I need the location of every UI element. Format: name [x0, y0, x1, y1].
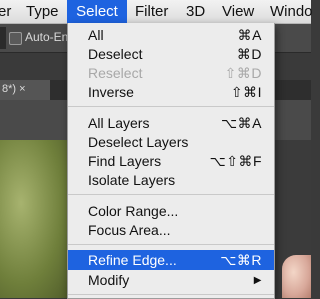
menu-item-label: Isolate Layers	[88, 172, 176, 188]
photo-right-image	[282, 255, 311, 298]
menu-item-focus-area[interactable]: Focus Area...	[68, 221, 274, 240]
menu-item-color-range[interactable]: Color Range...	[68, 202, 274, 221]
menu-item-all[interactable]: All ⌘A	[68, 26, 274, 45]
menu-item-shortcut: ⇧⌘I	[230, 84, 262, 100]
menu-item-inverse[interactable]: Inverse ⇧⌘I	[68, 83, 274, 102]
menu-separator	[68, 244, 274, 245]
auto-enhance-checkbox[interactable]	[9, 32, 22, 45]
menubar-type[interactable]: Type	[26, 0, 59, 23]
menu-item-deselect-layers[interactable]: Deselect Layers	[68, 133, 274, 152]
document-tab[interactable]: 8*) ×	[0, 80, 50, 100]
menubar-filter[interactable]: Filter	[135, 0, 168, 23]
menu-item-label: Deselect Layers	[88, 134, 189, 150]
tool-preset-icon[interactable]	[0, 27, 6, 49]
menu-item-modify[interactable]: Modify ▶	[68, 271, 274, 290]
menubar-3d[interactable]: 3D	[186, 0, 205, 23]
menu-item-label: Reselect	[88, 65, 143, 81]
menu-item-shortcut: ⌥⇧⌘F	[209, 153, 262, 169]
menu-item-all-layers[interactable]: All Layers ⌥⌘A	[68, 114, 274, 133]
menu-bar: er Type Select Filter 3D View Windo	[0, 0, 313, 24]
menu-item-label: All Layers	[88, 115, 150, 131]
menu-item-label: Find Layers	[88, 153, 162, 169]
menu-item-label: Focus Area...	[88, 222, 171, 238]
menu-item-shortcut: ⌥⌘R	[220, 252, 262, 268]
document-tab-label: 8*) ×	[2, 83, 26, 95]
menubar-select[interactable]: Select	[67, 0, 127, 23]
photo-left-image	[0, 140, 70, 298]
menu-separator	[68, 106, 274, 107]
menu-separator	[68, 194, 274, 195]
menu-item-label: Inverse	[88, 84, 134, 100]
menu-item-label: All	[88, 27, 104, 43]
menu-item-label: Modify	[88, 272, 130, 288]
menu-item-refine-edge[interactable]: Refine Edge... ⌥⌘R	[68, 250, 274, 270]
submenu-arrow-icon: ▶	[253, 275, 262, 286]
menubar-view[interactable]: View	[222, 0, 254, 23]
menu-separator	[68, 294, 274, 295]
select-menu: All ⌘A Deselect ⌘D Reselect ⇧⌘D Inverse …	[67, 23, 275, 299]
menu-item-isolate-layers[interactable]: Isolate Layers	[68, 171, 274, 190]
menu-item-deselect[interactable]: Deselect ⌘D	[68, 45, 274, 64]
menu-item-shortcut: ⌘A	[237, 27, 262, 43]
menu-item-shortcut: ⌘D	[236, 46, 262, 62]
menu-item-label: Deselect	[88, 46, 143, 62]
menu-item-shortcut: ⇧⌘D	[224, 65, 262, 81]
menubar-layer[interactable]: er	[0, 0, 11, 23]
menu-item-label: Refine Edge...	[88, 252, 177, 268]
menu-item-label: Color Range...	[88, 203, 179, 219]
menu-item-find-layers[interactable]: Find Layers ⌥⇧⌘F	[68, 152, 274, 171]
menu-item-shortcut: ⌥⌘A	[221, 115, 262, 131]
menubar-window[interactable]: Windo	[270, 0, 313, 23]
menu-item-reselect: Reselect ⇧⌘D	[68, 64, 274, 83]
